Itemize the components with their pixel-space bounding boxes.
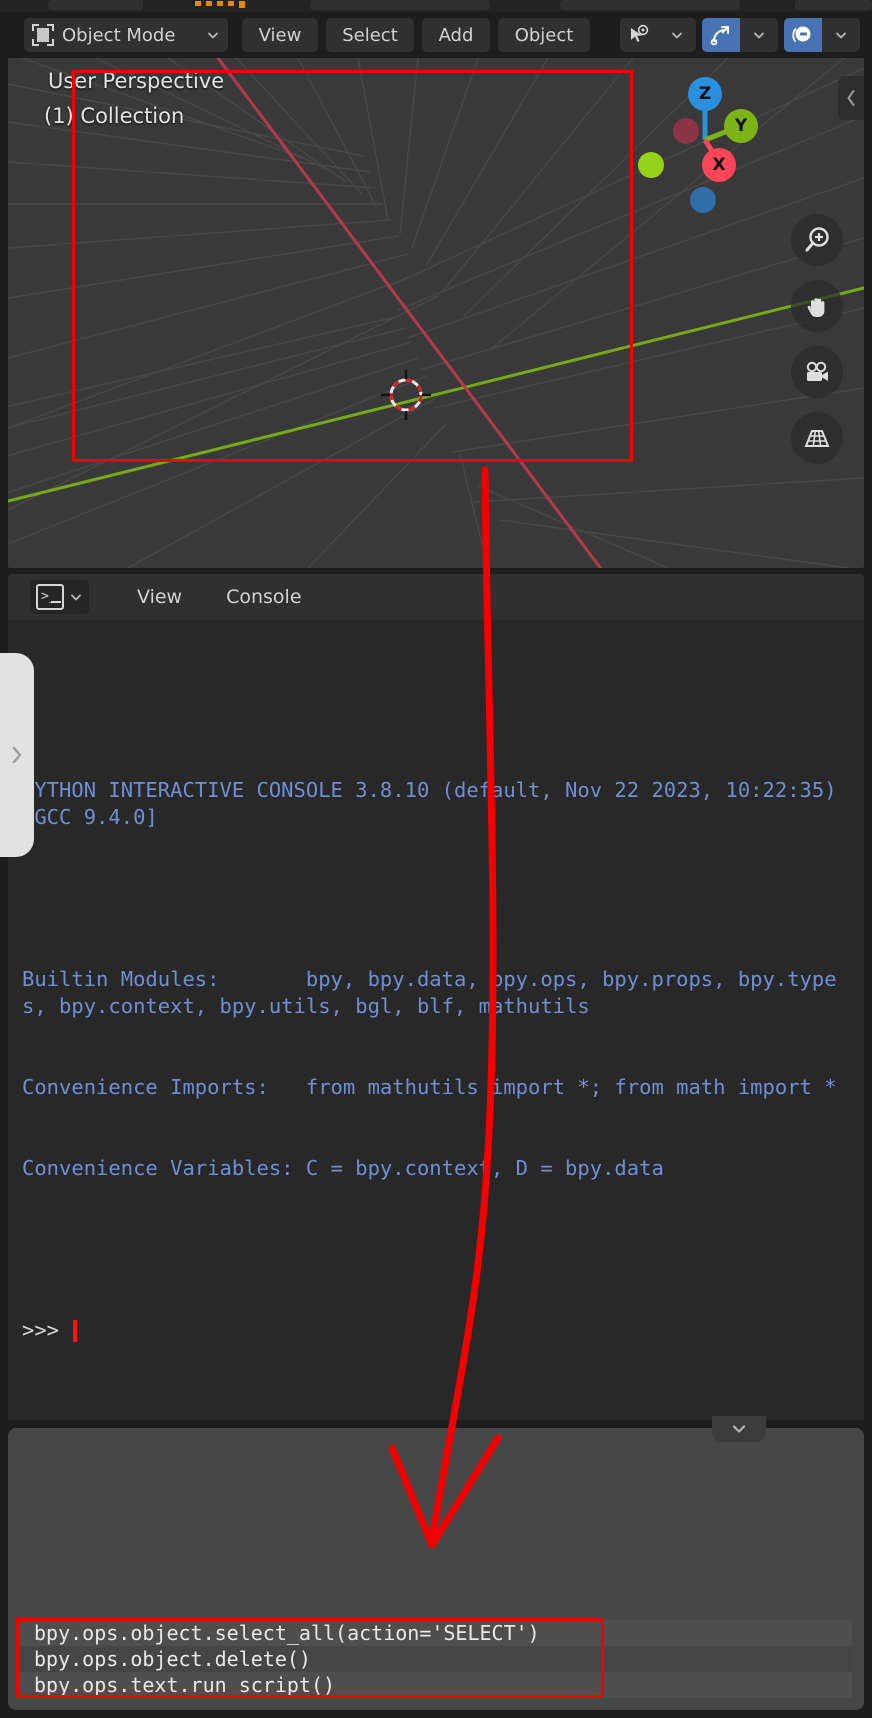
navigation-gizmo[interactable]: Z Y X xyxy=(633,72,763,213)
menu-object[interactable]: Object xyxy=(498,18,590,52)
proportional-editing-toggle[interactable] xyxy=(784,18,860,52)
viewport-header: Object Mode View Select Add Object xyxy=(8,12,864,58)
menu-add[interactable]: Add xyxy=(422,18,490,52)
console-sidebar-toggle[interactable] xyxy=(0,653,34,857)
viewport-collection-label: (1) Collection xyxy=(44,104,185,128)
info-report-row[interactable]: bpy.ops.object.select_all(action='SELECT… xyxy=(20,1620,852,1646)
info-report-row[interactable]: bpy.ops.text.run_script() xyxy=(20,1672,852,1698)
gizmo-axis-x[interactable]: X xyxy=(702,148,736,182)
snapping-toggle[interactable] xyxy=(702,18,778,52)
editor-type-selector[interactable]: >_ xyxy=(30,580,89,614)
cursor-eye-icon[interactable] xyxy=(620,18,658,52)
menu-view[interactable]: View xyxy=(242,18,318,52)
menu-object-label: Object xyxy=(514,24,574,46)
grid-perspective-icon xyxy=(804,430,830,447)
hand-icon xyxy=(807,298,825,317)
console-prompt-line[interactable]: >>> xyxy=(22,1317,856,1344)
top-bar-strip xyxy=(0,0,872,12)
blender-window: Object Mode View Select Add Object User … xyxy=(0,0,872,1718)
python-console[interactable]: PYTHON INTERACTIVE CONSOLE 3.8.10 (defau… xyxy=(8,620,864,1420)
viewport-perspective-label: User Perspective xyxy=(48,69,225,93)
console-header: >_ View Console xyxy=(8,574,864,620)
chevron-down-icon[interactable] xyxy=(658,18,696,52)
viewport-sidebar-toggle[interactable] xyxy=(838,76,864,120)
chevron-down-icon[interactable] xyxy=(740,18,778,52)
console-output: PYTHON INTERACTIVE CONSOLE 3.8.10 (defau… xyxy=(22,723,856,1398)
object-mode-icon xyxy=(32,24,54,46)
menu-select[interactable]: Select xyxy=(326,18,414,52)
viewport-nav-buttons xyxy=(791,214,843,464)
camera-icon xyxy=(806,361,828,381)
gizmo-axis-neg-y[interactable] xyxy=(638,152,664,178)
gizmo-axis-neg-z[interactable] xyxy=(690,187,716,213)
chevron-down-icon xyxy=(69,590,83,604)
console-line: Convenience Variables: C = bpy.context, … xyxy=(22,1156,664,1180)
gizmo-axis-neg-x[interactable] xyxy=(673,118,699,144)
menu-view-label: View xyxy=(258,24,302,46)
3d-viewport[interactable]: User Perspective (1) Collection Z Y X xyxy=(8,58,864,568)
info-report-list: bpy.ops.object.select_all(action='SELECT… xyxy=(20,1620,852,1698)
menu-add-label: Add xyxy=(438,24,474,46)
object-mode-label: Object Mode xyxy=(62,24,176,46)
gizmo-axis-z[interactable]: Z xyxy=(688,77,722,111)
chevron-down-icon xyxy=(206,28,220,42)
zoom-button[interactable] xyxy=(791,214,843,266)
info-report-panel[interactable]: bpy.ops.object.select_all(action='SELECT… xyxy=(8,1416,864,1710)
object-mode-selector[interactable]: Object Mode xyxy=(24,18,228,52)
console-menu-console[interactable]: Console xyxy=(210,586,317,608)
chevron-left-icon xyxy=(847,90,855,106)
console-line: Builtin Modules: bpy, bpy.data, bpy.ops,… xyxy=(22,967,837,1018)
console-terminal-icon: >_ xyxy=(36,584,64,610)
magnifier-plus-icon xyxy=(805,227,829,252)
chevron-right-icon xyxy=(12,746,22,764)
console-text-caret xyxy=(73,1319,78,1342)
console-menu-view[interactable]: View xyxy=(121,586,198,608)
3d-cursor xyxy=(381,370,431,420)
chevron-down-icon[interactable] xyxy=(822,18,860,52)
info-panel-collapse-button[interactable] xyxy=(712,1416,766,1442)
visibility-selectability-toggle[interactable] xyxy=(620,18,696,52)
gizmo-axis-y[interactable]: Y xyxy=(724,109,758,143)
pan-button[interactable] xyxy=(791,280,843,332)
console-line: PYTHON INTERACTIVE CONSOLE 3.8.10 (defau… xyxy=(22,778,862,829)
magnet-snap-icon[interactable] xyxy=(702,18,740,52)
camera-view-button[interactable] xyxy=(791,346,843,398)
chevron-down-icon xyxy=(732,1425,746,1433)
info-report-row[interactable]: bpy.ops.object.delete() xyxy=(20,1646,852,1672)
proportional-edit-icon[interactable] xyxy=(784,18,822,52)
console-prompt: >>> xyxy=(22,1318,60,1342)
menu-select-label: Select xyxy=(342,24,398,46)
console-line: Convenience Imports: from mathutils impo… xyxy=(22,1075,837,1099)
toggle-ortho-button[interactable] xyxy=(791,412,843,464)
